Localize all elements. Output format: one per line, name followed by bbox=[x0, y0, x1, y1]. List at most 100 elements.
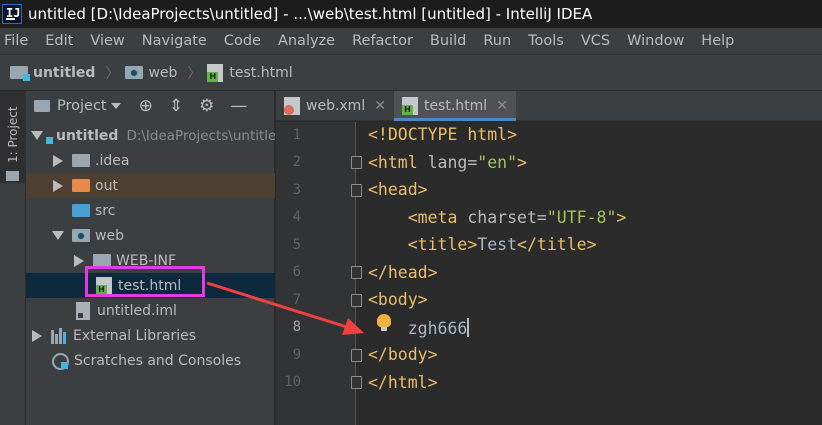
code-tag: </html> bbox=[368, 373, 438, 392]
tree-item-label: Scratches and Consoles bbox=[74, 352, 241, 369]
project-view-selector[interactable]: Project bbox=[57, 98, 107, 114]
tree-item-out[interactable]: out bbox=[26, 173, 275, 198]
fold-marker-icon[interactable] bbox=[351, 349, 362, 362]
chevron-right-icon: 〉 bbox=[105, 65, 120, 82]
tree-item-idea[interactable]: .idea bbox=[26, 148, 275, 173]
tab-test-html[interactable]: test.html ✕ bbox=[393, 91, 516, 121]
code-line-7[interactable]: <body> bbox=[368, 290, 428, 309]
tree-item-label: .idea bbox=[95, 152, 130, 169]
minimize-icon[interactable]: — bbox=[230, 96, 247, 116]
code-line-10[interactable]: </html> bbox=[368, 373, 438, 392]
breadcrumb-item-test-html[interactable]: test.html bbox=[207, 63, 293, 82]
tree-item-src[interactable]: src bbox=[26, 198, 275, 223]
tree-item-untitled[interactable]: untitled D:\IdeaProjects\untitle bbox=[26, 123, 275, 148]
folder-icon bbox=[72, 154, 90, 167]
window-title: untitled [D:\IdeaProjects\untitled] - ..… bbox=[28, 5, 593, 23]
menu-run[interactable]: Run bbox=[483, 33, 511, 49]
code-line-3[interactable]: <head> bbox=[368, 180, 428, 199]
collapse-arrow-icon[interactable] bbox=[74, 254, 84, 267]
excluded-folder-icon bbox=[72, 179, 90, 192]
code-tag: <body> bbox=[368, 290, 428, 309]
code-tag: > bbox=[616, 208, 627, 227]
code-tag: </body> bbox=[368, 345, 438, 364]
line-number: 10 bbox=[284, 374, 301, 390]
menu-file[interactable]: File bbox=[4, 33, 28, 49]
breadcrumb: untitled 〉 web 〉 test.html bbox=[0, 54, 822, 91]
menu-refactor[interactable]: Refactor bbox=[352, 33, 413, 49]
close-icon[interactable]: ✕ bbox=[374, 98, 386, 114]
project-tool-window-button[interactable]: 1: Project bbox=[0, 91, 26, 183]
collapse-arrow-icon[interactable] bbox=[53, 154, 63, 167]
tree-item-untitled-iml[interactable]: untitled.iml bbox=[26, 298, 275, 323]
fold-marker-icon[interactable] bbox=[351, 294, 362, 307]
chevron-right-icon: 〉 bbox=[187, 65, 202, 82]
chevron-down-icon[interactable] bbox=[110, 103, 121, 109]
collapse-arrow-icon[interactable] bbox=[32, 329, 42, 342]
code-tag: <title> bbox=[407, 235, 478, 254]
code-attribute: charset= bbox=[467, 208, 547, 227]
lightbulb-icon[interactable] bbox=[377, 314, 391, 332]
fold-marker-icon[interactable] bbox=[351, 156, 362, 169]
tree-item-web[interactable]: web bbox=[26, 223, 275, 248]
fold-marker-icon[interactable] bbox=[351, 376, 362, 389]
locate-target-icon[interactable]: ⊕ bbox=[139, 96, 153, 116]
menu-code[interactable]: Code bbox=[224, 33, 261, 49]
iml-file-icon bbox=[76, 301, 90, 320]
breadcrumb-item-web[interactable]: web bbox=[125, 65, 177, 81]
menu-help[interactable]: Help bbox=[701, 33, 734, 49]
code-line-5[interactable]: <title>Test</title> bbox=[368, 235, 597, 254]
code-tag: </head> bbox=[368, 263, 438, 282]
code-line-2[interactable]: <html lang="en"> bbox=[368, 153, 527, 172]
menu-analyze[interactable]: Analyze bbox=[278, 33, 335, 49]
code-line-4[interactable]: <meta charset="UTF-8"> bbox=[368, 208, 627, 227]
fold-marker-icon[interactable] bbox=[351, 184, 362, 197]
menu-edit[interactable]: Edit bbox=[45, 33, 73, 49]
collapse-arrow-icon[interactable] bbox=[53, 179, 63, 192]
code-tag: <html bbox=[368, 153, 428, 172]
gear-icon[interactable]: ⚙ bbox=[199, 96, 214, 116]
scratches-icon bbox=[52, 352, 69, 370]
breadcrumb-label: test.html bbox=[229, 64, 293, 81]
breadcrumb-item-untitled[interactable]: untitled bbox=[10, 65, 95, 81]
editor-gutter: 1 2 3 4 5 6 7 8 9 10 bbox=[276, 122, 362, 425]
menu-window[interactable]: Window bbox=[627, 33, 684, 49]
code-line-6[interactable]: </head> bbox=[368, 263, 438, 282]
line-number: 6 bbox=[292, 264, 301, 280]
project-path: D:\IdeaProjects\untitle bbox=[126, 127, 275, 144]
project-folder-icon bbox=[10, 66, 30, 81]
menu-bar: File Edit View Navigate Code Analyze Ref… bbox=[0, 28, 822, 54]
menu-view[interactable]: View bbox=[90, 33, 124, 49]
fold-marker-icon[interactable] bbox=[351, 266, 362, 279]
code-tag: > bbox=[517, 153, 527, 172]
tab-label: web.xml bbox=[306, 98, 366, 114]
intellij-idea-logo-icon: IJ bbox=[2, 4, 22, 24]
line-number: 1 bbox=[292, 127, 301, 143]
line-number: 9 bbox=[292, 347, 301, 363]
code-tag: </title> bbox=[517, 235, 597, 254]
tab-web-xml[interactable]: web.xml ✕ bbox=[276, 91, 394, 121]
code-line-1[interactable]: <!DOCTYPE html> bbox=[368, 125, 517, 144]
tree-item-external-libraries[interactable]: External Libraries bbox=[26, 323, 275, 348]
code-tag: <!DOCTYPE html> bbox=[368, 125, 518, 144]
expand-arrow-icon[interactable] bbox=[31, 131, 43, 140]
menu-vcs[interactable]: VCS bbox=[581, 33, 610, 49]
web-folder-icon bbox=[125, 66, 144, 79]
html-file-icon bbox=[401, 97, 418, 115]
tab-label: test.html bbox=[423, 98, 488, 114]
tree-item-scratches[interactable]: Scratches and Consoles bbox=[26, 348, 275, 373]
close-icon[interactable]: ✕ bbox=[496, 98, 508, 114]
code-line-9[interactable]: </body> bbox=[368, 345, 438, 364]
menu-build[interactable]: Build bbox=[430, 33, 466, 49]
menu-tools[interactable]: Tools bbox=[528, 33, 564, 49]
menu-navigate[interactable]: Navigate bbox=[142, 33, 207, 49]
code-tag: <meta bbox=[407, 208, 468, 227]
breadcrumb-label: untitled bbox=[33, 64, 96, 81]
xml-file-icon bbox=[284, 97, 300, 115]
expand-arrow-icon[interactable] bbox=[52, 231, 64, 240]
tree-item-label: External Libraries bbox=[73, 327, 196, 344]
editor: web.xml ✕ test.html ✕ 1 2 3 4 5 6 7 8 9 … bbox=[276, 91, 822, 425]
tree-item-label: untitled bbox=[56, 127, 119, 144]
collapse-all-icon[interactable]: ⇕ bbox=[169, 96, 183, 116]
